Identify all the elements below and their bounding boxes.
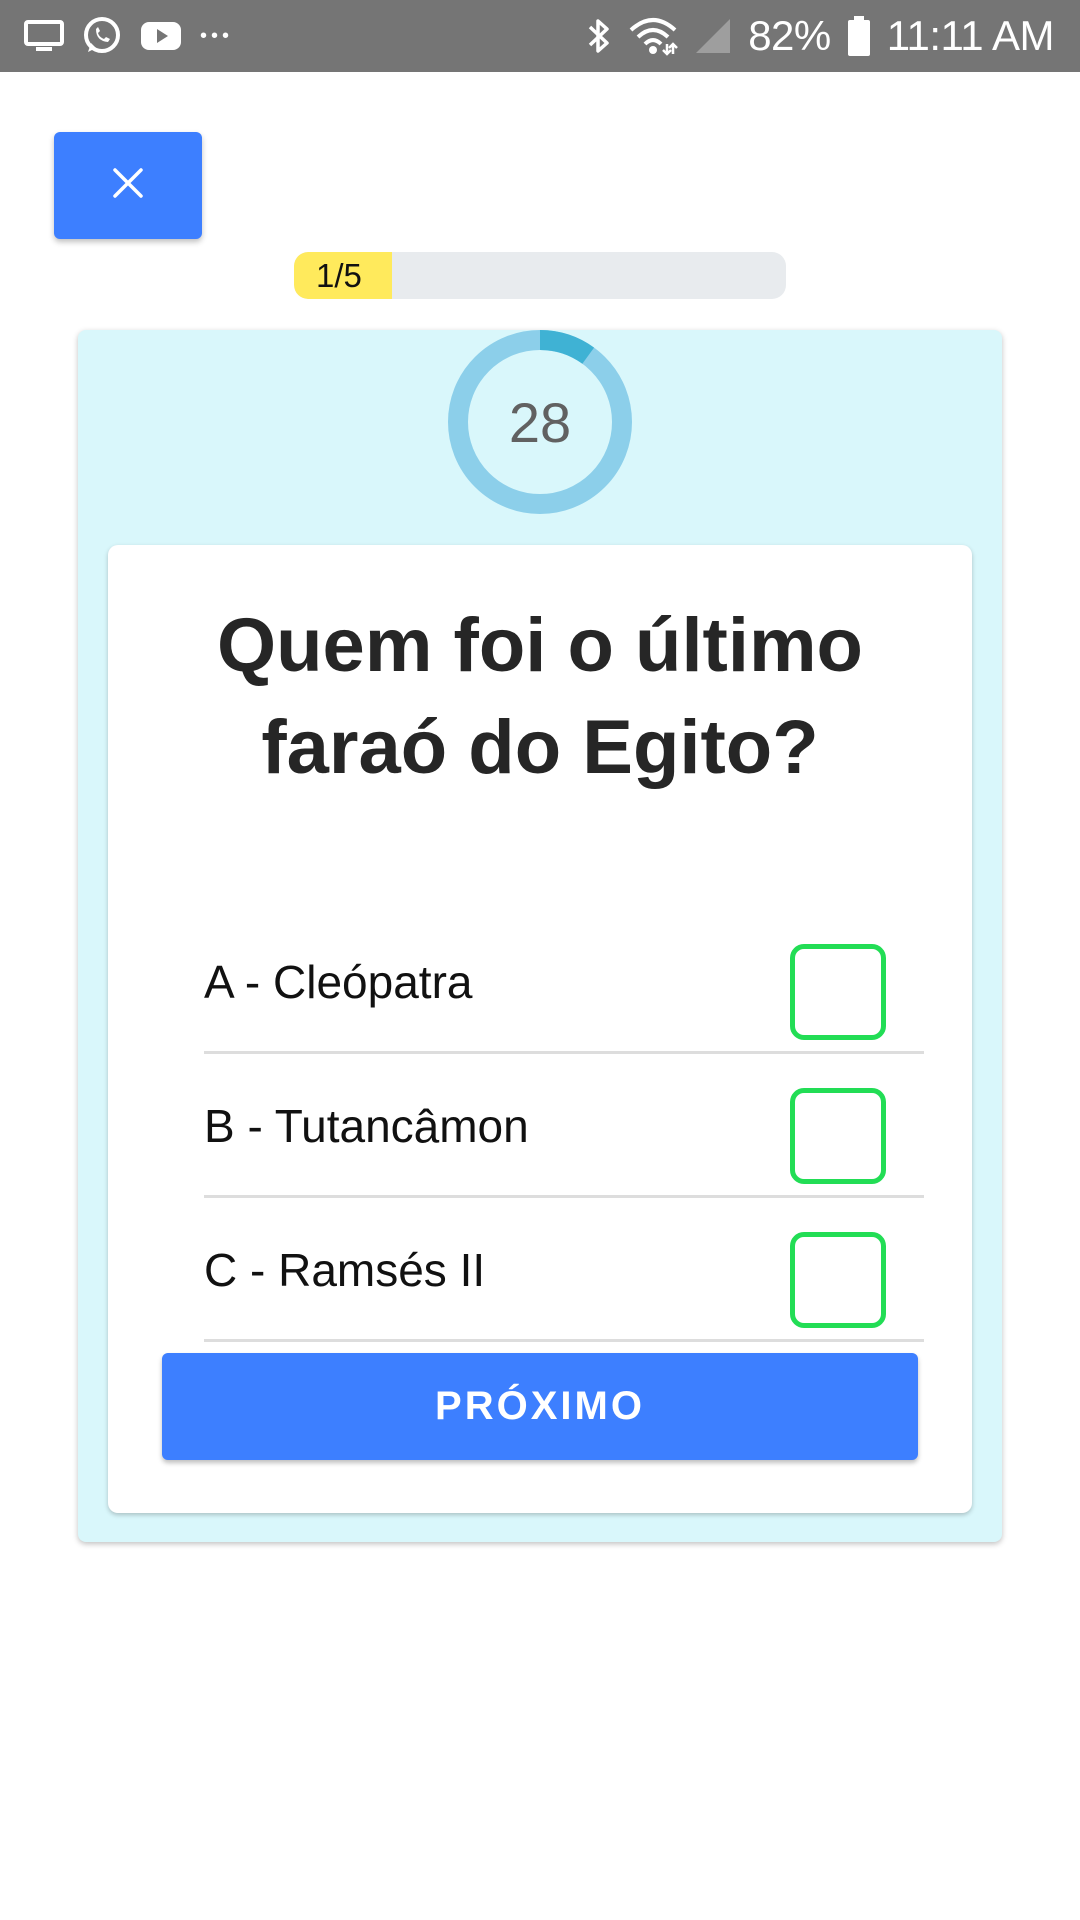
option-label: A - Cleópatra <box>204 956 473 1008</box>
question-card: Quem foi o último faraó do Egito? A - Cl… <box>108 545 972 1513</box>
option-c[interactable]: C - Ramsés II <box>204 1198 924 1342</box>
option-b[interactable]: B - Tutancâmon <box>204 1054 924 1198</box>
option-b-checkbox[interactable] <box>790 1088 886 1184</box>
bluetooth-icon <box>586 16 612 56</box>
clock: 11:11 AM <box>886 12 1055 59</box>
battery-percent: 82% <box>748 12 831 59</box>
next-button[interactable]: PRÓXIMO <box>162 1353 918 1460</box>
option-c-checkbox[interactable] <box>790 1232 886 1328</box>
option-a-checkbox[interactable] <box>790 944 886 1040</box>
option-label: B - Tutancâmon <box>204 1100 529 1152</box>
signal-icon <box>694 17 732 55</box>
progress-label: 1/5 <box>316 256 362 294</box>
quiz-progress-bar: 1/5 <box>294 252 786 299</box>
option-a[interactable]: A - Cleópatra <box>204 910 924 1054</box>
monitor-icon <box>24 19 64 53</box>
more-notifications-indicator: ••• <box>200 24 234 47</box>
status-bar: ••• 82% 11:11 AM <box>0 0 1080 72</box>
battery-icon <box>847 15 871 57</box>
timer-value: 28 <box>508 390 572 454</box>
countdown-timer: 28 <box>448 330 632 514</box>
whatsapp-icon <box>82 16 122 56</box>
option-label: C - Ramsés II <box>204 1244 486 1296</box>
system-icons: 82% 11:11 AM <box>586 0 1055 72</box>
close-button[interactable] <box>54 132 202 239</box>
close-icon <box>112 167 144 204</box>
wifi-icon <box>628 16 679 56</box>
youtube-icon <box>140 20 182 52</box>
question-text: Quem foi o último faraó do Egito? <box>217 603 863 790</box>
notification-icons: ••• <box>24 14 233 58</box>
